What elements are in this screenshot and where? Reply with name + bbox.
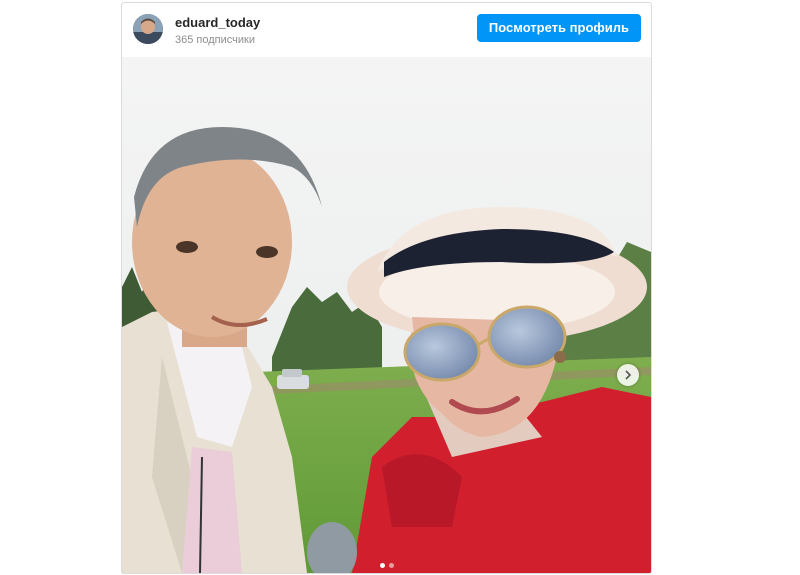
user-info: eduard_today 365 подписчики xyxy=(175,15,260,48)
next-slide-button[interactable] xyxy=(617,364,639,386)
post-photo xyxy=(122,57,651,573)
view-profile-button[interactable]: Посмотреть профиль xyxy=(476,14,641,42)
carousel-dots xyxy=(122,563,651,568)
avatar[interactable] xyxy=(133,14,163,44)
username[interactable]: eduard_today xyxy=(175,15,260,30)
instagram-embed: eduard_today 365 подписчики Посмотреть п… xyxy=(121,2,652,574)
post-header: eduard_today 365 подписчики Посмотреть п… xyxy=(122,3,651,57)
carousel-dot-active[interactable] xyxy=(379,563,385,568)
followers-count: 365 подписчики xyxy=(175,34,255,46)
carousel-dot[interactable] xyxy=(388,563,394,568)
chevron-right-icon xyxy=(625,370,632,380)
